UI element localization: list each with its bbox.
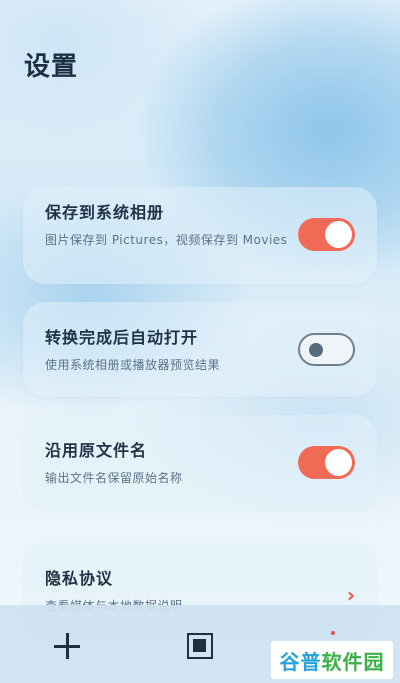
save-to-album-toggle[interactable] (298, 218, 355, 251)
chevron-right-icon[interactable]: › (347, 583, 355, 607)
setting-title: 转换完成后自动打开 (45, 328, 199, 347)
setting-description: 图片保存到 Pictures，视频保存到 Movies (45, 233, 288, 247)
setting-save-to-album[interactable]: 保存到系统相册 图片保存到 Pictures，视频保存到 Movies (23, 187, 377, 284)
toggle-knob (325, 221, 352, 248)
dot-icon (331, 631, 335, 635)
keep-filename-toggle[interactable] (298, 446, 355, 479)
toggle-knob (309, 342, 323, 357)
setting-auto-open[interactable]: 转换完成后自动打开 使用系统相册或播放器预览结果 (23, 302, 377, 397)
watermark-text-part1: 谷普 (279, 649, 322, 674)
setting-keep-filename[interactable]: 沿用原文件名 输出文件名保留原始名称 (23, 415, 377, 510)
page-title: 设置 (24, 52, 79, 82)
plus-icon[interactable] (54, 633, 80, 659)
watermark-logo: 谷普 软件园 (271, 641, 393, 679)
setting-description: 输出文件名保留原始名称 (45, 471, 183, 485)
toggle-knob (325, 449, 352, 476)
auto-open-toggle[interactable] (298, 333, 355, 366)
setting-title: 沿用原文件名 (45, 441, 148, 460)
setting-title: 隐私协议 (45, 569, 114, 588)
setting-title: 保存到系统相册 (45, 203, 165, 222)
stop-square-icon[interactable] (187, 633, 213, 659)
watermark-text-part2: 软件园 (321, 649, 385, 674)
setting-description: 使用系统相册或播放器预览结果 (45, 358, 221, 372)
